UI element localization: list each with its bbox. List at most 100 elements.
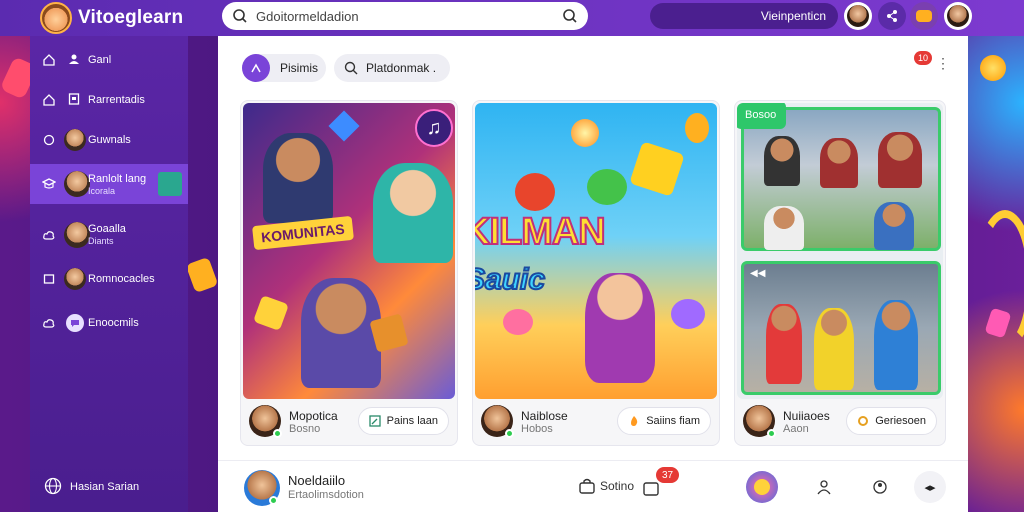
chip-label: Pisimis [280, 61, 318, 75]
search-icon [233, 9, 247, 23]
person-figure [764, 136, 800, 186]
cartoon-creature [503, 309, 533, 335]
sidebar-item-label: Ganl [88, 54, 112, 66]
card-action-button[interactable]: Pains laan [357, 407, 449, 435]
decor-block [629, 141, 685, 197]
online-indicator [505, 429, 514, 438]
sidebar-footer[interactable]: Hasian Sarian [30, 476, 188, 498]
course-card-3[interactable]: Bosoo ◀◀ Nuiiaoes Aaon Geriesoen [734, 100, 946, 446]
person-figure [820, 138, 858, 188]
sidebar: Ganl Rarrentadis Guwnals Ranlolt lang Ic… [30, 36, 188, 512]
avatar [64, 222, 90, 248]
globe-icon [44, 477, 62, 498]
chip-pisimis[interactable]: Pisimis [242, 54, 326, 82]
chat-icon [66, 314, 84, 332]
bottom-user-sub: Ertaolimsdotion [288, 489, 364, 501]
sidebar-item-romnocacles[interactable]: Romnocacles [30, 268, 188, 290]
search-submit-icon[interactable] [562, 8, 578, 24]
home-icon [42, 53, 56, 67]
card-footer: Mopotica Bosno Pains laan [241, 399, 457, 445]
sidebar-item-sub: Diants [88, 236, 114, 246]
avatar [64, 171, 90, 197]
card-footer: Nuiiaoes Aaon Geriesoen [735, 399, 945, 445]
sidebar-item-goaalla[interactable]: Goaalla Diants [30, 220, 188, 250]
bottom-center-label: Sotino [600, 479, 635, 493]
cartoon-creature [671, 299, 705, 329]
course-card-1[interactable]: KOMUNITAS ♫ Mopotica Bosno Pains laan [240, 100, 458, 446]
card-action-button[interactable]: Saiins fiam [617, 407, 711, 435]
ring-icon [858, 416, 869, 426]
sidebar-item-label: Romnocacles [88, 273, 155, 285]
top-bar: Vitoeglearn Gdoitormeldadion Vieinpentic… [0, 0, 1024, 36]
sidebar-item-guwnals[interactable]: Guwnals [30, 128, 188, 152]
house-icon [42, 93, 56, 107]
logo-mascot-icon [40, 2, 72, 34]
sidebar-item-rarrentadis[interactable]: Rarrentadis [30, 90, 188, 110]
user-avatar[interactable] [844, 2, 872, 30]
decor-cube [328, 110, 360, 142]
more-options-icon[interactable]: ⋮ [936, 56, 950, 70]
person-figure [766, 304, 802, 384]
card-thumbnail[interactable]: KOMUNITAS ♫ [243, 103, 455, 399]
notification-badge[interactable]: 10 [914, 51, 932, 65]
music-note-icon: ♫ [415, 109, 453, 147]
profile-settings-icon[interactable] [864, 471, 896, 503]
online-indicator [767, 429, 776, 438]
person-figure [764, 206, 804, 250]
card-author-name: Nuiiaoes [783, 409, 830, 423]
video-tile-indicator-icon: ◀◀ [750, 268, 766, 279]
course-card-2[interactable]: KILMAN Sauic Naiblose Hobos Saiins fiam [472, 100, 720, 446]
card-action-label: Geriesoen [875, 415, 926, 427]
sidebar-item-ganl[interactable]: Ganl [30, 50, 188, 70]
more-button[interactable]: ◂▸ [914, 471, 946, 503]
sidebar-item-enoocmils[interactable]: Enoocmils [30, 312, 188, 334]
decor-block [369, 313, 409, 353]
game-avatar-button[interactable] [746, 471, 778, 503]
edit-icon [368, 415, 381, 427]
cartoon-figure [585, 273, 655, 383]
top-menu-pill[interactable]: Vieinpenticn [650, 3, 838, 29]
sidebar-item-label: Goaalla [88, 223, 126, 235]
bottom-center-action[interactable]: Sotino [578, 477, 634, 495]
person-figure [874, 300, 918, 390]
card-author-name: Naiblose [521, 409, 568, 423]
avatar [64, 129, 86, 151]
person-figure [878, 132, 922, 188]
circle-icon [42, 133, 56, 147]
app-logo[interactable]: Vitoeglearn [40, 2, 183, 34]
card-action-label: Pains laan [386, 415, 438, 427]
bottom-bar: Noeldaiilo Ertaolimsdotion Sotino 37 ◂▸ [218, 460, 968, 512]
cartoon-creature [515, 173, 555, 211]
main-content: Pisimis Platdonmak . 10 ⋮ KOMUNITAS ♫ Mo… [218, 36, 968, 512]
app-title: Vitoeglearn [78, 7, 184, 28]
cloud-icon [42, 228, 56, 242]
avatar-image [847, 5, 869, 27]
card-thumbnail[interactable]: KILMAN Sauic [475, 103, 717, 399]
share-glyph-icon [887, 10, 897, 22]
people-icon[interactable] [808, 471, 840, 503]
game-thumbnail-icon [754, 479, 770, 495]
sidebar-item-ranlolt-lang[interactable]: Ranlolt lang Icorala [30, 164, 188, 204]
background-shape [980, 55, 1006, 81]
card-action-button[interactable]: Geriesoen [846, 407, 937, 435]
decor-gem [253, 295, 289, 331]
cloud-outline-icon [42, 316, 56, 330]
sidebar-item-label: Ranlolt lang [88, 173, 147, 185]
cartoon-figure [373, 163, 453, 263]
chip-platdonmak[interactable]: Platdonmak . [334, 54, 450, 82]
search-bar[interactable]: Gdoitormeldadion [222, 2, 588, 30]
search-input[interactable]: Gdoitormeldadion [256, 9, 562, 24]
chip-label: Platdonmak . [366, 61, 437, 75]
card-thumbnail[interactable]: Bosoo ◀◀ [737, 103, 943, 399]
arrows-icon: ◂▸ [924, 481, 936, 494]
bottom-user-name: Noeldaiilo [288, 473, 346, 488]
profile-avatar[interactable] [944, 2, 972, 30]
person-figure [874, 202, 914, 250]
share-icon[interactable] [878, 2, 906, 30]
controller-icon [916, 10, 932, 22]
video-tile[interactable]: ◀◀ [741, 261, 941, 395]
bag-icon [579, 478, 595, 494]
game-icon[interactable] [910, 2, 938, 30]
avatar-image [947, 5, 969, 27]
active-indicator [158, 172, 182, 196]
